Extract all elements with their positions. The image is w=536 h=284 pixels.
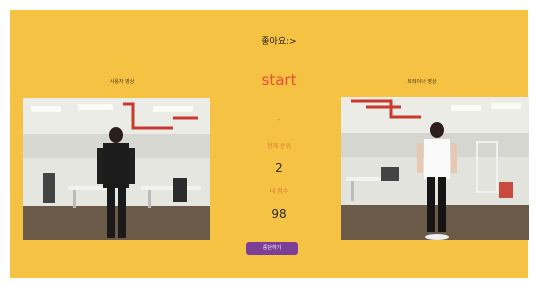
current-count-label: 현재 순위	[267, 143, 291, 150]
header-title: 좋아요:>	[261, 37, 297, 47]
trainer-video-label: 트레이너 영상	[407, 79, 437, 85]
user-camera-video-icon	[23, 98, 210, 240]
status-dash: -	[277, 115, 281, 124]
app-container: 좋아요:> 사용자 영상 트레이너 영상 start - 현재 순위 2 내 점…	[10, 10, 529, 278]
current-count-value: 2	[275, 161, 283, 175]
score-label: 내 점수	[269, 188, 289, 195]
user-video[interactable]	[23, 98, 210, 240]
trainer-video[interactable]	[341, 97, 529, 240]
stop-button[interactable]: 중단하기	[246, 242, 298, 255]
score-value: 98	[271, 207, 287, 221]
user-video-label: 사용자 영상	[109, 79, 135, 85]
trainer-video-icon	[341, 97, 529, 240]
status-text: start	[261, 71, 297, 89]
